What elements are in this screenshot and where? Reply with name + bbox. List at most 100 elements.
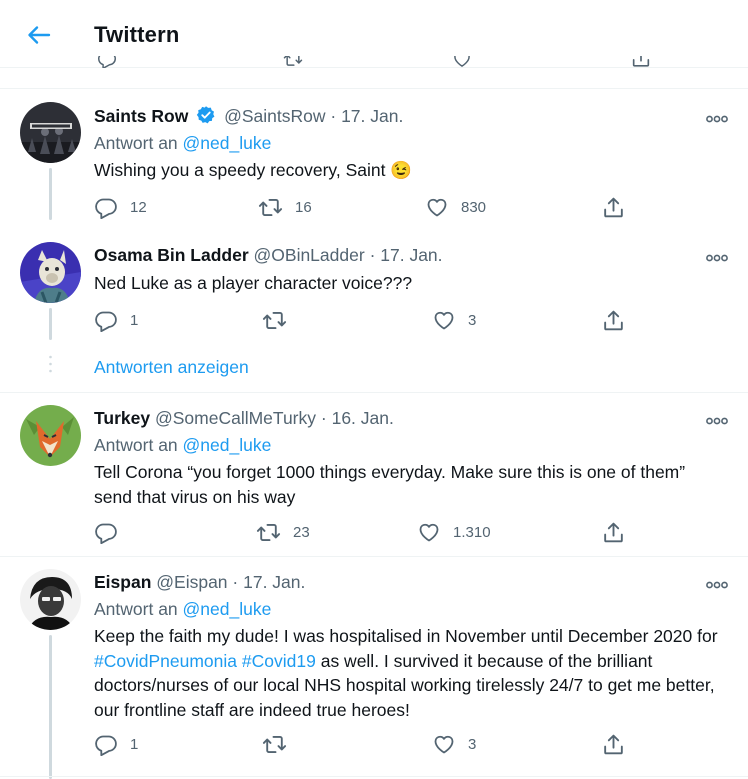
reply-icon bbox=[94, 308, 118, 332]
page-title: Twittern bbox=[94, 22, 180, 47]
share-icon bbox=[601, 195, 626, 220]
tweet-date[interactable]: · 17. Jan. bbox=[370, 245, 443, 265]
reply-context: Antwort an @ned_luke bbox=[94, 435, 271, 456]
share-button[interactable] bbox=[601, 194, 626, 220]
user-name[interactable]: Turkey bbox=[94, 408, 150, 428]
like-icon bbox=[452, 56, 472, 68]
share-icon bbox=[601, 308, 626, 333]
like-icon bbox=[432, 308, 456, 332]
divider bbox=[0, 88, 748, 89]
like-count: 830 bbox=[461, 198, 487, 216]
arrow-left-icon bbox=[28, 26, 51, 44]
like-icon bbox=[425, 195, 449, 219]
tweet-text-line: send that virus on his way bbox=[94, 486, 296, 507]
tweet-text-content: Keep the faith my dude! I was hospitalis… bbox=[94, 626, 718, 646]
like-button[interactable]: 3 bbox=[432, 731, 476, 757]
reply-icon bbox=[94, 195, 118, 219]
divider bbox=[0, 392, 748, 393]
avatar[interactable] bbox=[20, 569, 81, 630]
user-name[interactable]: Osama Bin Ladder bbox=[94, 245, 249, 265]
tweet-header: Eispan @Eispan · 17. Jan. bbox=[94, 572, 305, 593]
retweet-button[interactable] bbox=[262, 731, 287, 757]
tweet-date[interactable]: · 16. Jan. bbox=[321, 408, 394, 428]
more-icon[interactable] bbox=[706, 111, 728, 121]
user-handle[interactable]: @Eispan bbox=[156, 572, 227, 592]
mention-link[interactable]: @ned_luke bbox=[183, 599, 272, 619]
tweet-text-line: Tell Corona “you forget 1000 things ever… bbox=[94, 462, 686, 482]
user-name[interactable]: Saints Row bbox=[94, 106, 188, 126]
tweet-date[interactable]: · 17. Jan. bbox=[330, 106, 403, 126]
reply-button[interactable]: 1 bbox=[94, 731, 138, 757]
tweet-date[interactable]: · 17. Jan. bbox=[232, 572, 305, 592]
user-handle[interactable]: @OBinLadder bbox=[254, 245, 365, 265]
reply-prefix: Antwort an bbox=[94, 435, 178, 455]
share-button[interactable] bbox=[601, 731, 626, 757]
like-icon bbox=[417, 520, 441, 544]
retweet-icon bbox=[283, 56, 303, 68]
reply-button[interactable]: 1 bbox=[94, 307, 138, 333]
like-icon bbox=[432, 732, 456, 756]
retweet-count: 23 bbox=[293, 523, 310, 541]
tweet-text: Wishing you a speedy recovery, Saint 😉 bbox=[94, 158, 734, 183]
back-button[interactable] bbox=[24, 20, 54, 50]
tweet-text: Keep the faith my dude! I was hospitalis… bbox=[94, 624, 724, 722]
share-button[interactable] bbox=[601, 307, 626, 333]
hashtag-link[interactable]: #Covid19 bbox=[242, 651, 316, 671]
reply-button[interactable]: 12 bbox=[94, 194, 147, 220]
retweet-icon bbox=[262, 308, 287, 333]
tweet-header: Saints Row @SaintsRow · 17. Jan. bbox=[94, 105, 403, 127]
like-count: 1.310 bbox=[453, 523, 491, 541]
avatar[interactable] bbox=[20, 102, 81, 163]
like-count: 3 bbox=[468, 735, 477, 753]
thread-line bbox=[49, 308, 52, 340]
retweet-icon bbox=[262, 732, 287, 757]
tweet-header: Osama Bin Ladder @OBinLadder · 17. Jan. bbox=[94, 245, 443, 266]
like-button[interactable]: 1.310 bbox=[417, 519, 491, 545]
reply-context: Antwort an @ned_luke bbox=[94, 599, 271, 620]
thread-dots bbox=[49, 355, 52, 382]
like-button[interactable]: 3 bbox=[432, 307, 476, 333]
avatar[interactable] bbox=[20, 242, 81, 303]
mention-link[interactable]: @ned_luke bbox=[183, 435, 272, 455]
top-bar: Twittern bbox=[0, 0, 748, 68]
reply-prefix: Antwort an bbox=[94, 133, 178, 153]
thread-line bbox=[49, 168, 52, 220]
reply-icon bbox=[97, 56, 117, 68]
more-icon[interactable] bbox=[706, 413, 728, 423]
divider bbox=[0, 776, 748, 777]
reply-button[interactable] bbox=[94, 519, 118, 545]
retweet-icon bbox=[258, 195, 283, 220]
share-icon bbox=[601, 732, 626, 757]
reply-count: 1 bbox=[130, 735, 139, 753]
reply-count: 12 bbox=[130, 198, 147, 216]
more-icon[interactable] bbox=[706, 577, 728, 587]
reply-context: Antwort an @ned_luke bbox=[94, 133, 271, 154]
retweet-button[interactable] bbox=[262, 307, 287, 333]
retweet-button[interactable]: 23 bbox=[256, 519, 310, 545]
tweet-text: Ned Luke as a player character voice??? bbox=[94, 273, 413, 293]
more-icon[interactable] bbox=[706, 250, 728, 260]
retweet-button[interactable]: 16 bbox=[258, 194, 312, 220]
user-handle[interactable]: @SomeCallMeTurky bbox=[155, 408, 316, 428]
user-name[interactable]: Eispan bbox=[94, 572, 151, 592]
tweet-text-content: Wishing you a speedy recovery, Saint 😉 bbox=[94, 160, 413, 180]
share-button[interactable] bbox=[601, 519, 626, 545]
tweet-text: Tell Corona “you forget 1000 things ever… bbox=[94, 460, 734, 509]
share-icon bbox=[630, 56, 652, 68]
retweet-icon bbox=[256, 520, 281, 545]
reply-icon bbox=[94, 732, 118, 756]
reply-count: 1 bbox=[130, 311, 139, 329]
reply-prefix: Antwort an bbox=[94, 599, 178, 619]
divider bbox=[0, 556, 748, 557]
hashtag-link[interactable]: #CovidPneumonia bbox=[94, 651, 237, 671]
share-icon bbox=[601, 520, 626, 545]
thread-line bbox=[49, 635, 52, 779]
tweet-header: Turkey @SomeCallMeTurky · 16. Jan. bbox=[94, 408, 394, 429]
user-handle[interactable]: @SaintsRow bbox=[224, 106, 325, 126]
avatar[interactable] bbox=[20, 405, 81, 466]
show-replies-link[interactable]: Antworten anzeigen bbox=[94, 357, 249, 378]
mention-link[interactable]: @ned_luke bbox=[183, 133, 272, 153]
like-count: 3 bbox=[468, 311, 477, 329]
reply-icon bbox=[94, 520, 118, 544]
like-button[interactable]: 830 bbox=[425, 194, 486, 220]
